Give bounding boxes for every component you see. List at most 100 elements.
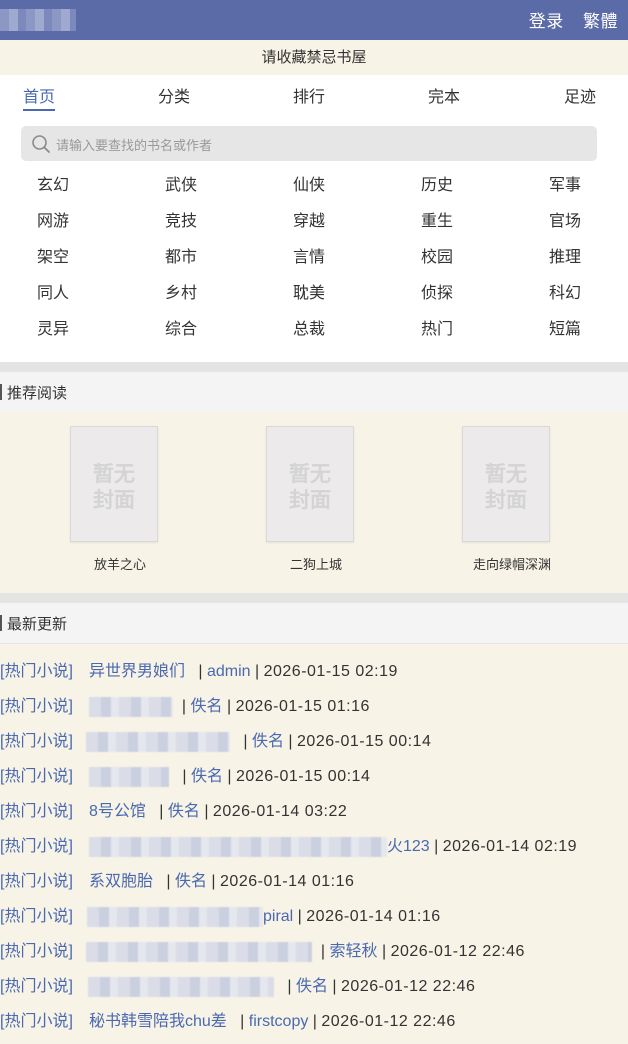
- search-input[interactable]: [54, 133, 578, 157]
- category-tag[interactable]: [热门小说]: [0, 1004, 73, 1039]
- separator: |: [231, 1013, 249, 1030]
- author-link[interactable]: 佚名: [191, 698, 223, 715]
- separator: |: [278, 978, 296, 995]
- author-link[interactable]: 索轻秋: [330, 943, 378, 960]
- book-link-blurred[interactable]: [88, 976, 274, 997]
- category-wuxia[interactable]: 武侠: [151, 171, 211, 195]
- book-link[interactable]: 异世界男娘们: [89, 663, 185, 680]
- category-history[interactable]: 历史: [407, 171, 467, 195]
- tab-categories[interactable]: 分类: [158, 83, 190, 107]
- separator: |: [177, 698, 191, 715]
- recommend-header: 推荐阅读: [0, 372, 628, 413]
- tab-ranking[interactable]: 排行: [293, 83, 325, 107]
- login-link[interactable]: 登录: [529, 12, 564, 31]
- category-romance[interactable]: 言情: [279, 243, 339, 267]
- update-time: 2026-01-15 00:14: [236, 768, 371, 785]
- category-fanfic[interactable]: 同人: [23, 279, 83, 303]
- book-link-blurred[interactable]: [89, 836, 387, 857]
- update-row: [热门小说] | 索轻秋 | 2026-01-12 22:46: [0, 934, 628, 969]
- author-link[interactable]: 佚名: [252, 733, 284, 750]
- category-tag[interactable]: [热门小说]: [0, 759, 73, 794]
- category-ceo[interactable]: 总裁: [279, 315, 339, 339]
- recommend-list: 暂无 封面 放羊之心 暂无 封面 二狗上城 暂无 封面 走向绿帽深渊: [0, 412, 628, 592]
- section-marker: [0, 384, 2, 400]
- author-link[interactable]: admin: [207, 663, 251, 680]
- no-cover-image: 暂无 封面: [289, 462, 331, 512]
- category-rebirth[interactable]: 重生: [407, 207, 467, 231]
- category-officialdom[interactable]: 官场: [535, 207, 595, 231]
- category-tag[interactable]: [热门小说]: [0, 899, 73, 934]
- tab-history[interactable]: 足迹: [564, 83, 596, 107]
- category-tag[interactable]: [热门小说]: [0, 934, 73, 969]
- category-danmei[interactable]: 耽美: [279, 279, 339, 303]
- book-cover-placeholder[interactable]: 暂无 封面: [266, 426, 354, 542]
- book-link[interactable]: 系双胞胎: [89, 873, 153, 890]
- category-mystery[interactable]: 推理: [535, 243, 595, 267]
- category-rural[interactable]: 乡村: [151, 279, 211, 303]
- separator: |: [293, 908, 307, 925]
- category-tag[interactable]: [热门小说]: [0, 654, 73, 689]
- category-online-game[interactable]: 网游: [23, 207, 83, 231]
- update-row: [热门小说] 火123 | 2026-01-14 02:19: [0, 829, 628, 864]
- author-link[interactable]: piral: [263, 908, 293, 925]
- cover-text-line2: 封面: [289, 488, 331, 512]
- separator: |: [199, 803, 213, 820]
- category-tag[interactable]: [热门小说]: [0, 724, 73, 759]
- separator: |: [189, 663, 207, 680]
- category-time-travel[interactable]: 穿越: [279, 207, 339, 231]
- category-short[interactable]: 短篇: [535, 315, 595, 339]
- site-logo-blurred[interactable]: [0, 9, 76, 31]
- author-link[interactable]: 佚名: [168, 803, 200, 820]
- category-tag[interactable]: [热门小说]: [0, 689, 73, 724]
- book-link[interactable]: 秘书韩雪陪我chu差: [89, 1013, 227, 1030]
- category-tag[interactable]: [热门小说]: [0, 829, 73, 864]
- book-title[interactable]: 走向绿帽深渊: [422, 554, 602, 573]
- category-campus[interactable]: 校园: [407, 243, 467, 267]
- category-xianxia[interactable]: 仙侠: [279, 171, 339, 195]
- category-tag[interactable]: [热门小说]: [0, 864, 73, 899]
- category-supernatural[interactable]: 灵异: [23, 315, 83, 339]
- tab-home[interactable]: 首页: [23, 83, 56, 111]
- category-general[interactable]: 综合: [151, 315, 211, 339]
- category-sports[interactable]: 竞技: [151, 207, 211, 231]
- separator: |: [327, 978, 342, 995]
- book-cover-placeholder[interactable]: 暂无 封面: [70, 426, 158, 542]
- update-time: 2026-01-14 03:22: [212, 803, 348, 820]
- book-title[interactable]: 二狗上城: [226, 554, 406, 573]
- update-time: 2026-01-12 22:46: [321, 1013, 456, 1030]
- author-link[interactable]: 火123: [387, 838, 430, 855]
- cover-text-line1: 暂无: [289, 462, 331, 486]
- separator: |: [429, 838, 443, 855]
- category-popular[interactable]: 热门: [407, 315, 467, 339]
- author-link[interactable]: 佚名: [175, 873, 207, 890]
- category-tag[interactable]: [热门小说]: [0, 794, 73, 829]
- cover-text-line1: 暂无: [93, 462, 135, 486]
- book-link-blurred[interactable]: [87, 906, 263, 927]
- book-link-blurred[interactable]: [86, 731, 230, 752]
- book-link[interactable]: 8号公馆: [89, 803, 146, 820]
- book-link-blurred[interactable]: [86, 941, 312, 962]
- traditional-chinese-link[interactable]: 繁體: [583, 12, 618, 31]
- author-link[interactable]: firstcopy: [249, 1013, 309, 1030]
- update-time: 2026-01-15 01:16: [235, 698, 370, 715]
- author-link[interactable]: 佚名: [296, 978, 328, 995]
- category-scifi[interactable]: 科幻: [535, 279, 595, 303]
- update-time: 2026-01-15 00:14: [297, 733, 432, 750]
- book-link-blurred[interactable]: [89, 766, 169, 787]
- update-row: [热门小说] 8号公馆 | 佚名 | 2026-01-14 03:22: [0, 794, 628, 829]
- cover-text-line1: 暂无: [485, 462, 527, 486]
- author-link[interactable]: 佚名: [191, 768, 223, 785]
- category-military[interactable]: 军事: [535, 171, 595, 195]
- category-alternate[interactable]: 架空: [23, 243, 83, 267]
- section-divider: [0, 362, 628, 372]
- category-detective[interactable]: 侦探: [407, 279, 467, 303]
- category-tag[interactable]: [热门小说]: [0, 969, 73, 1004]
- book-link-blurred[interactable]: [89, 696, 173, 717]
- separator: |: [234, 733, 252, 750]
- search-box[interactable]: [21, 126, 597, 161]
- category-urban[interactable]: 都市: [151, 243, 211, 267]
- book-cover-placeholder[interactable]: 暂无 封面: [462, 426, 550, 542]
- tab-completed[interactable]: 完本: [428, 83, 460, 107]
- category-xuanhuan[interactable]: 玄幻: [23, 171, 83, 195]
- book-title[interactable]: 放羊之心: [30, 554, 210, 573]
